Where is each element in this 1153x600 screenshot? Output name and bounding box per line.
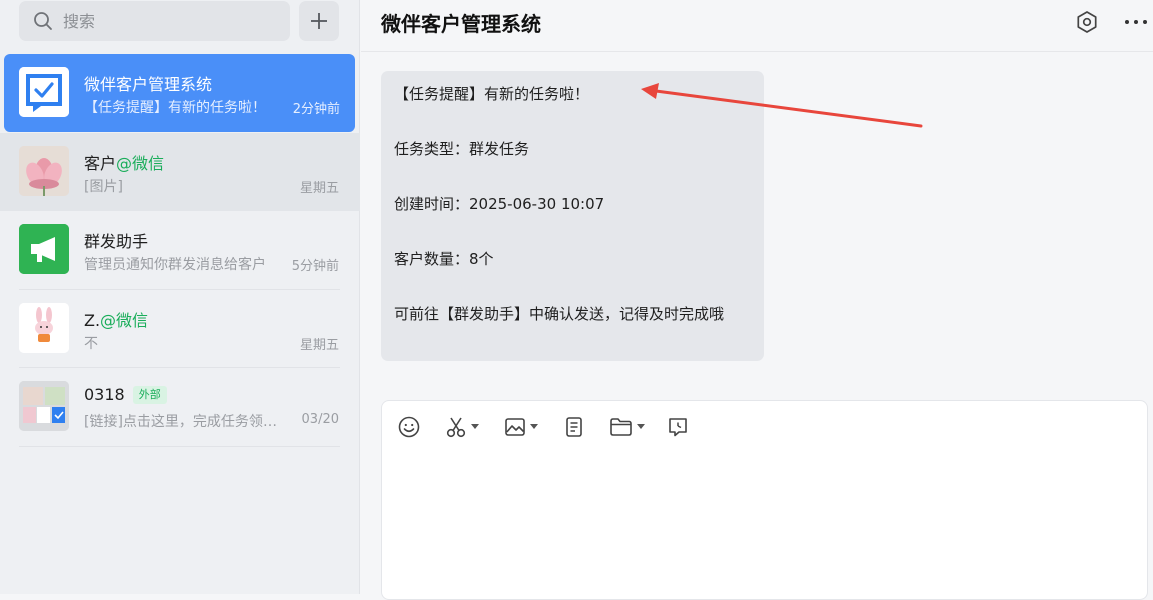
add-button[interactable] (299, 1, 339, 41)
megaphone-icon (19, 224, 69, 274)
conversation-item-z[interactable]: Z.@微信 不 星期五 (0, 290, 360, 368)
screenshot-button[interactable] (445, 416, 479, 438)
chat-title: 微伴客户管理系统 (381, 12, 541, 36)
search-input[interactable] (61, 10, 265, 32)
emoji-button[interactable] (398, 416, 420, 438)
conversation-item-0318[interactable]: 0318 外部 [链接]点击这里，完成任务领取奖励 03/20 (0, 368, 360, 446)
chat-header: 微伴客户管理系统 (361, 0, 1153, 52)
sidebar: 微伴客户管理系统 【任务提醒】有新的任务啦！ 2分钟前 客户@微信 [图片] 星… (0, 0, 360, 594)
plus-icon (311, 13, 327, 29)
conversation-preview: [图片] (84, 179, 123, 195)
broadcast-assistant-avatar (19, 224, 69, 274)
rabbit-avatar (19, 303, 69, 353)
conversation-name: 0318 外部 (84, 385, 167, 404)
group-avatar (19, 381, 69, 431)
conversation-name: Z.@微信 (84, 307, 148, 331)
lotus-photo-avatar (19, 146, 69, 196)
chat-history-icon (669, 418, 687, 437)
checkbox-bubble-icon (19, 67, 69, 117)
group-name: 0318 (84, 385, 125, 404)
document-icon (566, 417, 582, 437)
conversation-preview: 管理员通知你群发消息给客户 (84, 257, 266, 273)
conversation-item-weiban[interactable]: 微伴客户管理系统 【任务提醒】有新的任务啦！ 2分钟前 (4, 54, 355, 132)
message-customer-count: 客户数量：8个 (394, 250, 494, 268)
caret-down-icon[interactable] (530, 424, 538, 430)
file-button[interactable] (609, 416, 645, 438)
group-collage-icon (19, 381, 69, 431)
message-title-line: 【任务提醒】有新的任务啦！ (394, 85, 590, 103)
chat-history-button[interactable] (667, 416, 689, 438)
conversation-name: 客户@微信 (84, 150, 164, 174)
conversation-preview: 不 (84, 336, 98, 352)
external-badge: 外部 (132, 386, 167, 404)
message-created-time: 创建时间：2025-06-30 10:07 (394, 195, 605, 213)
image-icon (505, 418, 525, 436)
conversation-preview: 【任务提醒】有新的任务啦！ (84, 100, 266, 116)
message-task-type: 任务类型：群发任务 (394, 140, 530, 158)
contact-name: Z. (84, 311, 101, 330)
image-button[interactable] (504, 416, 538, 438)
search-icon (34, 12, 52, 30)
scissors-icon (446, 417, 466, 438)
emoji-icon (398, 416, 420, 438)
rabbit-icon (19, 303, 69, 353)
more-icon[interactable] (1123, 10, 1149, 34)
message-bubble: 【任务提醒】有新的任务啦！ 任务类型：群发任务 创建时间：2025-06-30 … (381, 71, 764, 361)
settings-hexagon-icon[interactable] (1075, 10, 1099, 34)
caret-down-icon[interactable] (637, 424, 645, 430)
conversation-name: 微伴客户管理系统 (84, 75, 213, 94)
conversation-name: 群发助手 (84, 232, 149, 251)
contact-name: 客户 (84, 154, 117, 173)
caret-down-icon[interactable] (471, 424, 479, 430)
wechat-tag: @微信 (116, 154, 165, 173)
conversation-time: 03/20 (301, 412, 339, 427)
lotus-flower-icon (19, 146, 69, 196)
conversation-item-customer[interactable]: 客户@微信 [图片] 星期五 (0, 133, 360, 211)
search-box[interactable] (19, 1, 290, 41)
conversation-time: 星期五 (299, 338, 339, 353)
conversation-preview: [链接]点击这里，完成任务领取奖励 (84, 414, 279, 430)
divider (19, 446, 340, 447)
conversation-time: 2分钟前 (292, 102, 340, 117)
message-instruction: 可前往【群发助手】中确认发送，记得及时完成哦 (394, 305, 725, 323)
conversation-item-broadcast-assistant[interactable]: 群发助手 管理员通知你群发消息给客户 5分钟前 (0, 211, 360, 289)
document-button[interactable] (563, 416, 585, 438)
conversation-time: 星期五 (299, 181, 339, 196)
conversation-time: 5分钟前 (291, 259, 339, 274)
folder-icon (610, 418, 632, 436)
weiban-avatar (19, 67, 69, 117)
message-composer[interactable] (381, 400, 1148, 600)
wechat-tag: @微信 (100, 311, 149, 330)
